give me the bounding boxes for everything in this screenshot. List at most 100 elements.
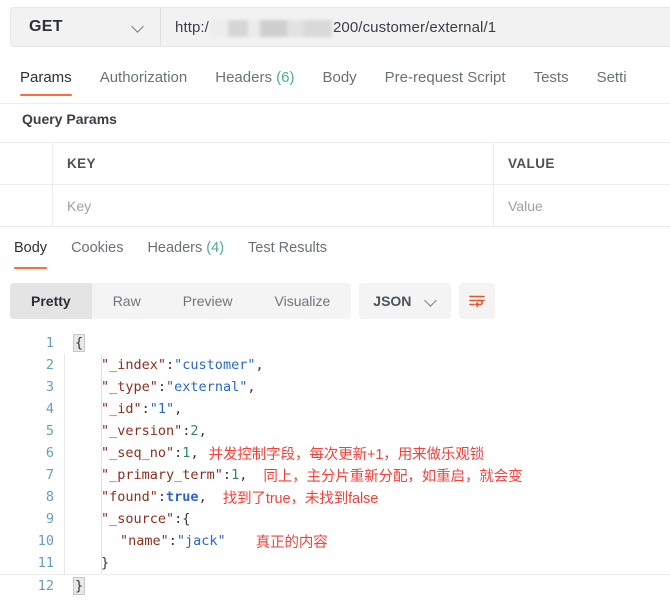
json-value: true (166, 489, 199, 505)
view-mode-pretty[interactable]: Pretty (10, 283, 92, 319)
tab-pre-request-script[interactable]: Pre-request Script (371, 62, 520, 104)
tab-headers-count: (6) (276, 69, 295, 86)
json-nested-open-brace: { (182, 511, 191, 527)
line-number: 2 (45, 357, 54, 373)
code-line: 10 "name": "jack" 真正的内容 (0, 530, 670, 552)
indent-guide (101, 508, 102, 530)
line-number: 5 (45, 423, 54, 439)
tab-headers-label: Headers (215, 69, 272, 86)
url-prefix-text: http:/ (175, 18, 209, 36)
json-value: 1 (231, 467, 240, 483)
view-mode-pretty-label: Pretty (31, 293, 71, 309)
row-key-input[interactable]: Key (53, 185, 494, 226)
response-tab-cookies[interactable]: Cookies (59, 236, 135, 274)
row-value-input[interactable]: Value (494, 185, 670, 226)
json-comma: , (247, 379, 256, 395)
code-line: 11 } (0, 552, 670, 574)
view-mode-preview-label: Preview (182, 293, 233, 309)
json-comma: , (190, 445, 199, 461)
indent-guide (101, 464, 102, 486)
response-tab-cookies-label: Cookies (71, 240, 124, 256)
json-value: 2 (190, 423, 199, 439)
table-row[interactable]: Key Value (0, 185, 670, 227)
chevron-down-icon (425, 295, 437, 307)
json-value: "customer" (174, 357, 256, 373)
tab-params[interactable]: Params (12, 62, 86, 104)
code-line: 3 "_type": "external", (0, 376, 670, 398)
json-value: "1" (149, 401, 175, 417)
url-suffix-text: 200/customer/external/1 (332, 18, 497, 36)
tab-body-label: Body (322, 69, 357, 86)
indent-guide (101, 354, 102, 376)
word-wrap-icon (469, 295, 486, 307)
json-colon: : (222, 467, 232, 483)
code-content: "_source": { (64, 508, 670, 530)
response-tab-headers[interactable]: Headers (4) (135, 236, 236, 274)
code-content: "_version": 2, (64, 420, 670, 442)
json-colon: : (168, 533, 177, 549)
view-mode-visualize-label: Visualize (274, 293, 331, 309)
response-tab-headers-label: Headers (147, 240, 203, 256)
tab-headers[interactable]: Headers (6) (201, 62, 308, 104)
line-number: 8 (45, 489, 54, 505)
tab-pre-request-script-label: Pre-request Script (384, 69, 506, 86)
tab-authorization[interactable]: Authorization (86, 62, 202, 104)
json-colon: : (157, 379, 167, 395)
tab-settings-label: Setti (596, 69, 627, 86)
response-tab-headers-count: (4) (206, 240, 225, 256)
tab-tests[interactable]: Tests (520, 62, 583, 104)
json-colon: : (157, 489, 167, 505)
tab-body[interactable]: Body (308, 62, 370, 104)
response-format-select[interactable]: JSON (359, 283, 452, 319)
view-mode-raw[interactable]: Raw (92, 283, 162, 319)
json-key: "_id" (101, 401, 142, 417)
json-comma: , (198, 423, 207, 439)
tab-settings[interactable]: Setti (583, 62, 641, 104)
line-number: 6 (45, 445, 54, 461)
response-tab-test-results-label: Test Results (248, 240, 328, 256)
json-colon: : (141, 401, 150, 417)
url-input[interactable]: http:/ 200/customer/external/1 (161, 8, 670, 46)
indent-guide (101, 530, 102, 552)
http-method-select[interactable]: GET (11, 8, 161, 46)
json-key: "_seq_no" (101, 445, 175, 461)
tab-params-label: Params (20, 69, 72, 86)
header-value-cell: VALUE (508, 156, 555, 171)
code-content: "_type": "external", (64, 376, 670, 398)
word-wrap-button[interactable] (459, 283, 496, 319)
response-tab-body[interactable]: Body (10, 236, 59, 274)
row-checkbox-cell[interactable] (0, 185, 53, 226)
json-open-brace: { (72, 334, 86, 352)
code-line: 4 "_id": "1", (0, 398, 670, 420)
line-number: 11 (37, 555, 54, 571)
json-comma: , (255, 357, 264, 373)
json-value: "jack" (176, 533, 226, 549)
url-redacted-blur (209, 19, 332, 37)
header-checkbox-cell (0, 143, 53, 184)
view-mode-group: Pretty Raw Preview Visualize (10, 283, 352, 319)
response-tab-test-results[interactable]: Test Results (236, 236, 339, 274)
line-number: 12 (37, 577, 54, 594)
json-key: "_version" (101, 423, 183, 439)
line-number: 7 (45, 467, 54, 483)
tab-authorization-label: Authorization (99, 69, 188, 86)
code-content: } (64, 552, 670, 574)
view-mode-visualize[interactable]: Visualize (254, 283, 352, 319)
json-key: "_index" (101, 357, 167, 373)
json-comma: , (174, 401, 183, 417)
json-key: "found" (101, 489, 158, 505)
query-params-table: KEY VALUE Key Value (0, 142, 670, 227)
indent-guide (101, 398, 102, 420)
view-mode-preview[interactable]: Preview (162, 283, 254, 319)
response-format-label: JSON (373, 293, 412, 309)
line-number: 4 (45, 401, 54, 417)
code-content: "_id": "1", (64, 398, 670, 420)
line-number: 3 (45, 379, 54, 395)
json-colon: : (182, 423, 191, 439)
code-content: "found": true, 找到了true，未找到false (64, 486, 670, 508)
json-response-viewer[interactable]: 1 { 2 "_index": "customer", 3 "_type": "… (0, 332, 670, 607)
line-number: 1 (45, 335, 54, 351)
http-method-label: GET (29, 18, 63, 35)
json-key: "_type" (101, 379, 158, 395)
annotation-text: 并发控制字段，每次更新+1，用来做乐观锁 (208, 446, 485, 463)
